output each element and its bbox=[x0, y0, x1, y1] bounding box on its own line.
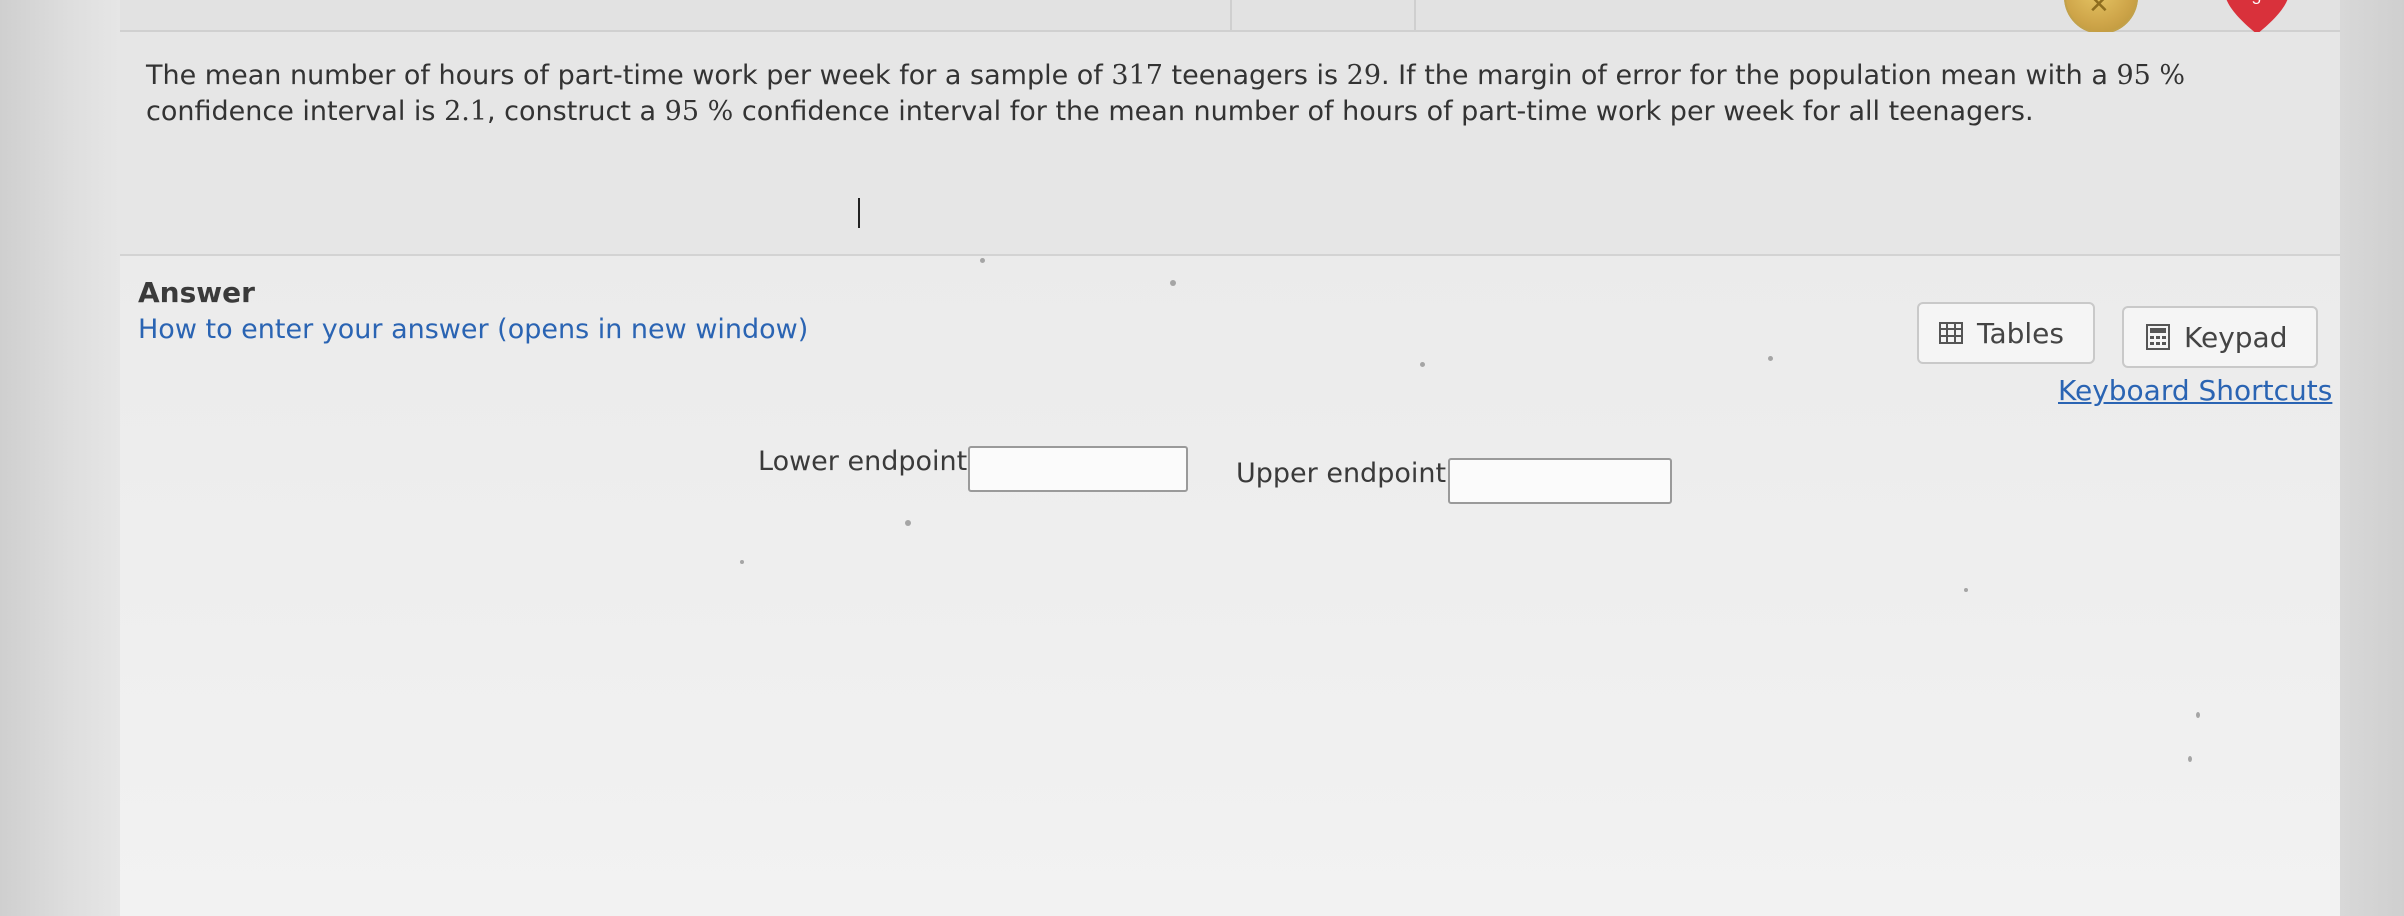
answer-heading: Answer bbox=[138, 276, 255, 309]
text-caret bbox=[858, 198, 860, 228]
question-text-run: confidence interval for the mean number … bbox=[733, 96, 2034, 127]
dust-speck bbox=[1768, 356, 1773, 361]
answer-panel: Answer How to enter your answer (opens i… bbox=[120, 256, 2340, 916]
calculator-icon bbox=[2146, 324, 2170, 350]
top-tab-strip bbox=[120, 0, 2340, 32]
keypad-button[interactable]: Keypad bbox=[2122, 306, 2318, 368]
tab-divider bbox=[1230, 0, 1232, 30]
question-text-run: . If the margin of error for the populat… bbox=[1381, 60, 2117, 91]
question-text-run: The mean number of hours of part-time wo… bbox=[146, 60, 1112, 91]
keyboard-shortcuts-link[interactable]: Keyboard Shortcuts bbox=[2058, 374, 2332, 407]
dust-speck bbox=[740, 560, 744, 564]
keypad-button-label: Keypad bbox=[2184, 320, 2288, 354]
question-math-value: 29 bbox=[1346, 60, 1381, 91]
tab-divider bbox=[1414, 0, 1416, 30]
tables-button-label: Tables bbox=[1977, 316, 2064, 350]
question-math-value: 317 bbox=[1111, 60, 1163, 91]
upper-endpoint-label: Upper endpoint: bbox=[1236, 458, 1456, 489]
upper-endpoint-input[interactable] bbox=[1448, 458, 1672, 504]
dust-speck bbox=[2188, 756, 2192, 762]
coin-glyph-icon: ✕ bbox=[2088, 0, 2110, 20]
question-math-value: 95 % bbox=[664, 96, 734, 127]
question-text-run: , construct a bbox=[487, 96, 665, 127]
dust-speck bbox=[1420, 362, 1425, 367]
dust-speck bbox=[2196, 712, 2200, 718]
screen-background: ✕ 5 The mean number of hours of part-tim… bbox=[0, 0, 2404, 916]
table-grid-icon bbox=[1939, 322, 1963, 344]
lower-endpoint-label: Lower endpoint: bbox=[758, 446, 977, 477]
question-text-run: confidence interval is bbox=[146, 96, 445, 127]
dust-speck bbox=[1170, 280, 1176, 286]
question-panel: The mean number of hours of part-time wo… bbox=[120, 32, 2340, 256]
heart-icon[interactable]: 5 bbox=[2222, 0, 2292, 36]
question-math-value: 2.1 bbox=[444, 96, 488, 127]
dust-speck bbox=[905, 520, 911, 526]
dust-speck bbox=[1964, 588, 1968, 592]
how-to-enter-answer-link[interactable]: How to enter your answer (opens in new w… bbox=[138, 314, 808, 345]
question-text: The mean number of hours of part-time wo… bbox=[146, 58, 2286, 130]
dust-speck bbox=[980, 258, 985, 263]
lower-endpoint-input[interactable] bbox=[968, 446, 1188, 492]
question-text-run: teenagers is bbox=[1162, 60, 1347, 91]
svg-text:5: 5 bbox=[2252, 0, 2261, 8]
question-math-value: 95 % bbox=[2116, 60, 2186, 91]
tables-button[interactable]: Tables bbox=[1917, 302, 2095, 364]
